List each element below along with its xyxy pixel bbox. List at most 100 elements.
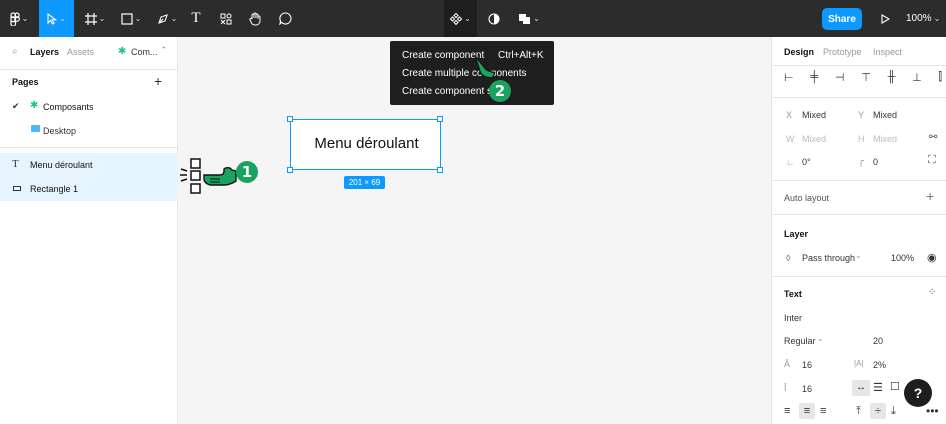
w-field[interactable]: Mixed: [802, 134, 826, 144]
move-tool-button[interactable]: ⌄: [39, 0, 74, 37]
search-icon[interactable]: ⌕: [12, 46, 18, 57]
layer-heading: Layer: [784, 229, 809, 239]
text-styles-icon[interactable]: ⁘: [928, 287, 936, 298]
auto-layout-heading: Auto layout: [784, 193, 830, 203]
tab-layers[interactable]: Layers: [30, 47, 59, 57]
divider: [0, 147, 178, 148]
selected-frame[interactable]: Menu déroulant: [290, 119, 441, 170]
layer-label: Rectangle 1: [30, 184, 79, 194]
resources-button[interactable]: [216, 0, 236, 37]
pen-tool-button[interactable]: ⌄: [152, 0, 182, 37]
chevron-down-icon: ⌄: [59, 14, 66, 23]
font-weight-select[interactable]: Regular: [784, 336, 816, 346]
tab-prototype[interactable]: Prototype: [823, 47, 862, 57]
align-bottom-text-icon[interactable]: ⤓: [891, 405, 896, 418]
comment-tool-button[interactable]: [275, 0, 295, 37]
blend-mode-select[interactable]: Pass through: [802, 253, 855, 263]
align-center-h-icon[interactable]: ╪: [810, 71, 818, 85]
present-button[interactable]: [878, 0, 892, 37]
y-field[interactable]: Mixed: [873, 110, 897, 120]
chevron-down-icon: ⌄: [134, 14, 142, 23]
main-menu-button[interactable]: ⌄: [4, 0, 34, 37]
resize-handle[interactable]: [437, 116, 443, 122]
independent-corners-icon[interactable]: ⛶: [928, 154, 936, 167]
fixed-size-icon[interactable]: ☐: [890, 380, 900, 393]
mask-button[interactable]: [484, 0, 504, 37]
more-options-icon[interactable]: •••: [926, 404, 939, 418]
font-family-select[interactable]: Inter: [784, 313, 802, 323]
distribute-icon[interactable]: ⫿: [938, 71, 942, 85]
add-page-button[interactable]: +: [154, 73, 162, 89]
resize-handle[interactable]: [287, 116, 293, 122]
frame-text: Menu déroulant: [314, 135, 419, 152]
x-field[interactable]: Mixed: [802, 110, 826, 120]
boolean-button[interactable]: ⌄: [514, 0, 544, 37]
align-right-icon[interactable]: ⊣: [835, 71, 845, 85]
auto-width-icon[interactable]: ↔: [852, 380, 870, 396]
check-icon: ✔: [12, 101, 20, 111]
dimension-badge: 201 × 69: [344, 176, 385, 189]
comment-icon: [278, 12, 292, 25]
tab-inspect[interactable]: Inspect: [873, 47, 902, 57]
align-middle-text-icon[interactable]: ÷: [870, 403, 886, 419]
menu-item-create-multiple-components[interactable]: Create multiple components: [402, 68, 527, 79]
chevron-up-icon[interactable]: ⌃: [160, 45, 168, 56]
divider: [772, 97, 946, 98]
component-icon: [450, 12, 463, 25]
chevron-down-icon: ⌄: [21, 14, 29, 23]
rotation-field[interactable]: 0°: [802, 157, 811, 167]
text-tool-button[interactable]: T: [186, 0, 206, 37]
hand-tool-button[interactable]: [245, 0, 265, 37]
opacity-field[interactable]: 100%: [891, 253, 914, 263]
rectangle-icon: [121, 12, 133, 25]
zoom-dropdown[interactable]: 100% ⌄: [906, 0, 940, 37]
paragraph-spacing-field[interactable]: 16: [802, 384, 812, 394]
page-selector[interactable]: Com...: [131, 47, 158, 57]
share-button[interactable]: Share: [822, 8, 862, 30]
layer-item-rectangle-1[interactable]: Rectangle 1: [0, 177, 178, 201]
add-auto-layout-button[interactable]: +: [926, 188, 934, 204]
tab-design[interactable]: Design: [784, 47, 814, 57]
line-height-field[interactable]: 16: [802, 360, 812, 370]
resize-handle[interactable]: [437, 167, 443, 173]
tab-assets[interactable]: Assets: [67, 47, 94, 57]
menu-item-create-component-set[interactable]: Create component set: [402, 86, 500, 97]
y-label: Y: [858, 110, 865, 120]
constrain-proportions-icon[interactable]: ⚯: [929, 132, 937, 143]
corner-radius-field[interactable]: 0: [873, 157, 878, 167]
component-button[interactable]: ⌄: [444, 0, 477, 37]
eye-icon[interactable]: ◉: [927, 251, 937, 264]
menu-item-label: Create multiple components: [402, 68, 527, 79]
text-align-left-icon[interactable]: ≡: [784, 405, 790, 417]
font-size-field[interactable]: 20: [873, 336, 883, 346]
corner-radius-icon: ╭: [858, 156, 865, 167]
zoom-label: 100%: [906, 13, 932, 24]
page-item-desktop[interactable]: Desktop: [0, 122, 178, 142]
layer-item-menu-deroulant[interactable]: T Menu déroulant: [0, 153, 178, 177]
help-button[interactable]: ?: [904, 379, 932, 407]
align-top-text-icon[interactable]: ⤒: [856, 405, 861, 418]
text-align-right-icon[interactable]: ≡: [820, 405, 826, 417]
align-middle-v-icon[interactable]: ╫: [888, 71, 896, 85]
mask-icon: [488, 12, 500, 25]
shape-tool-button[interactable]: ⌄: [116, 0, 146, 37]
frame-tool-button[interactable]: ⌄: [80, 0, 110, 37]
auto-height-icon[interactable]: ☰: [873, 381, 883, 394]
h-field[interactable]: Mixed: [873, 134, 897, 144]
line-height-icon: Ā: [784, 359, 791, 369]
align-bottom-icon[interactable]: ⊥: [912, 71, 922, 85]
align-top-icon[interactable]: ⊤: [861, 71, 871, 85]
rectangle-icon: [13, 186, 21, 191]
align-left-icon[interactable]: ⊢: [784, 71, 794, 85]
w-label: W: [786, 134, 795, 144]
rotation-icon: ∟: [786, 157, 795, 167]
text-align-center-icon[interactable]: ≡: [799, 403, 815, 419]
resize-handle[interactable]: [287, 167, 293, 173]
hand-icon: [248, 12, 260, 26]
page-item-composants[interactable]: ✔ ✱ Composants: [0, 98, 178, 118]
chevron-down-icon: ⌄: [817, 334, 824, 343]
divider: [772, 65, 946, 66]
figma-logo-icon: [10, 11, 20, 26]
divider: [772, 214, 946, 215]
letter-spacing-field[interactable]: 2%: [873, 360, 886, 370]
